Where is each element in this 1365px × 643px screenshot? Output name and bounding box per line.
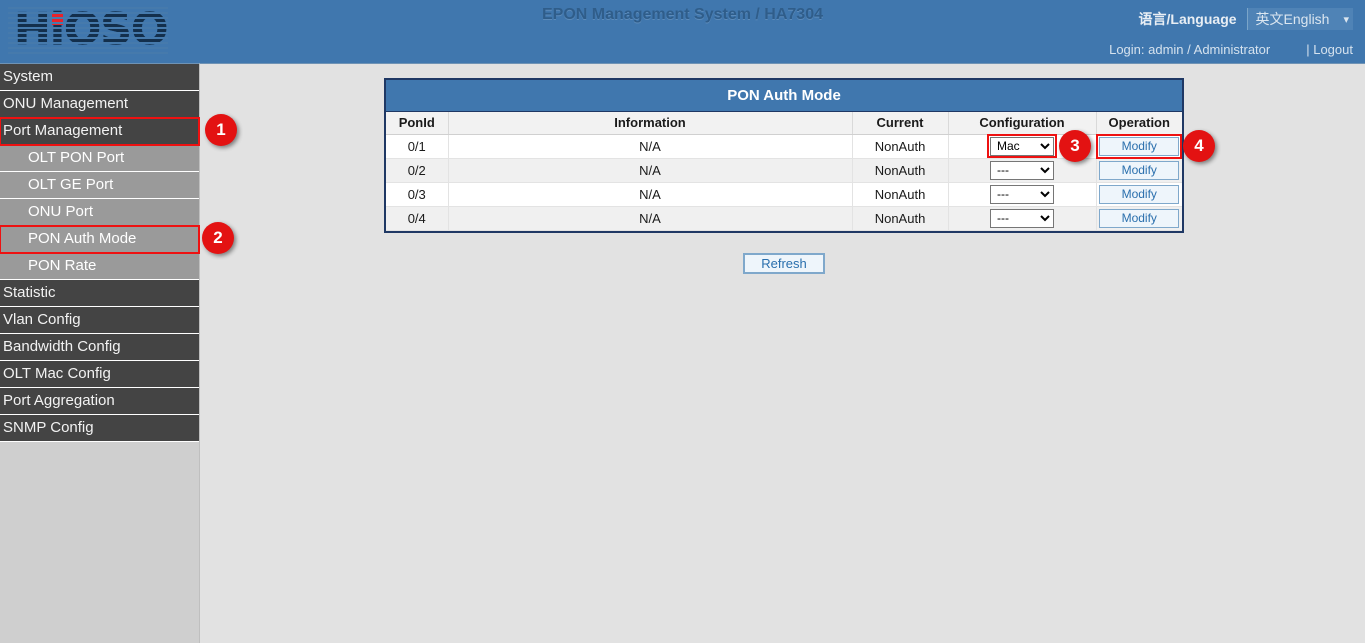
cell-information: N/A bbox=[448, 182, 852, 206]
sidebar-item-port-management[interactable]: Port Management bbox=[0, 118, 199, 145]
configuration-select-wrapper: ---MacLoidLoid+PasswordMac+Loid bbox=[990, 137, 1054, 156]
cell-ponid: 0/3 bbox=[386, 182, 448, 206]
modify-button[interactable]: Modify bbox=[1099, 209, 1179, 228]
cell-information: N/A bbox=[448, 158, 852, 182]
column-header-information: Information bbox=[448, 112, 852, 134]
modify-button[interactable]: Modify bbox=[1099, 185, 1179, 204]
sidebar-item-label: Statistic bbox=[3, 284, 56, 301]
cell-operation: Modify bbox=[1096, 182, 1182, 206]
cell-information: N/A bbox=[448, 206, 852, 230]
modify-button-wrapper: Modify bbox=[1099, 137, 1179, 156]
modify-button-wrapper: Modify bbox=[1099, 161, 1179, 180]
table-row: 0/3N/ANonAuth ---MacLoidLoid+PasswordMac+… bbox=[386, 182, 1182, 206]
chevron-down-icon: ▾ bbox=[1343, 13, 1349, 26]
sidebar-nav: System ONU Management Port Management OLT P… bbox=[0, 63, 199, 643]
sidebar-item-onu-management[interactable]: ONU Management bbox=[0, 91, 199, 118]
modify-button[interactable]: Modify bbox=[1099, 137, 1179, 156]
sidebar-item-pon-auth-mode[interactable]: PON Auth Mode bbox=[0, 226, 199, 253]
step-badge-2: 2 bbox=[202, 222, 234, 254]
sidebar-item-olt-ge-port[interactable]: OLT GE Port bbox=[0, 172, 199, 199]
table-header: PonId Information Current Configuration … bbox=[386, 112, 1182, 134]
table-header-row: PonId Information Current Configuration … bbox=[386, 112, 1182, 134]
cell-operation: Modify bbox=[1096, 206, 1182, 230]
sidebar-item-port-aggregation[interactable]: Port Aggregation bbox=[0, 388, 199, 415]
sidebar-item-vlan-config[interactable]: Vlan Config bbox=[0, 307, 199, 334]
auth-mode-select[interactable]: ---MacLoidLoid+PasswordMac+Loid bbox=[990, 161, 1054, 180]
column-header-operation: Operation bbox=[1096, 112, 1182, 134]
logout-link[interactable]: | Logout bbox=[1306, 42, 1353, 57]
table-row: 0/2N/ANonAuth ---MacLoidLoid+PasswordMac+… bbox=[386, 158, 1182, 182]
language-dropdown[interactable]: 英文English ▾ bbox=[1247, 8, 1353, 30]
sidebar-item-label: Port Management bbox=[3, 122, 122, 139]
cell-configuration: ---MacLoidLoid+PasswordMac+Loid bbox=[948, 206, 1096, 230]
login-user-text: Login: admin / Administrator bbox=[1109, 42, 1270, 57]
sidebar-item-pon-rate[interactable]: PON Rate bbox=[0, 253, 199, 280]
modify-button-wrapper: Modify bbox=[1099, 185, 1179, 204]
step-badge-1: 1 bbox=[205, 114, 237, 146]
modify-button[interactable]: Modify bbox=[1099, 161, 1179, 180]
cell-current: NonAuth bbox=[852, 182, 948, 206]
cell-operation: Modify bbox=[1096, 158, 1182, 182]
configuration-select-wrapper: ---MacLoidLoid+PasswordMac+Loid bbox=[990, 209, 1054, 228]
sidebar-item-onu-port[interactable]: ONU Port bbox=[0, 199, 199, 226]
refresh-button[interactable]: Refresh bbox=[743, 253, 825, 274]
language-selector[interactable]: 语言/Language 英文English ▾ bbox=[1139, 8, 1353, 30]
cell-ponid: 0/1 bbox=[386, 134, 448, 158]
panel-title: PON Auth Mode bbox=[386, 80, 1182, 112]
sidebar-item-label: PON Auth Mode bbox=[28, 230, 136, 247]
column-header-ponid: PonId bbox=[386, 112, 448, 134]
cell-information: N/A bbox=[448, 134, 852, 158]
app-header: HiOSO EPON Management System / HA7304 语言… bbox=[0, 0, 1365, 63]
sidebar-item-label: PON Rate bbox=[28, 257, 96, 274]
sidebar-item-label: System bbox=[3, 68, 53, 85]
modify-button-wrapper: Modify bbox=[1099, 209, 1179, 228]
sidebar-item-bandwidth-config[interactable]: Bandwidth Config bbox=[0, 334, 199, 361]
sidebar-item-snmp-config[interactable]: SNMP Config bbox=[0, 415, 199, 442]
sidebar-item-label: ONU Management bbox=[3, 95, 128, 112]
pon-auth-table: PonId Information Current Configuration … bbox=[386, 112, 1182, 231]
configuration-select-wrapper: ---MacLoidLoid+PasswordMac+Loid bbox=[990, 161, 1054, 180]
sidebar-item-label: Vlan Config bbox=[3, 311, 81, 328]
sidebar-item-olt-mac-config[interactable]: OLT Mac Config bbox=[0, 361, 199, 388]
cell-configuration: ---MacLoidLoid+PasswordMac+Loid bbox=[948, 182, 1096, 206]
auth-mode-select[interactable]: ---MacLoidLoid+PasswordMac+Loid bbox=[990, 185, 1054, 204]
language-label: 语言/Language bbox=[1139, 9, 1237, 29]
cell-ponid: 0/2 bbox=[386, 158, 448, 182]
auth-mode-select[interactable]: ---MacLoidLoid+PasswordMac+Loid bbox=[990, 209, 1054, 228]
cell-current: NonAuth bbox=[852, 134, 948, 158]
refresh-row: Refresh bbox=[384, 253, 1184, 274]
step-badge-4: 4 bbox=[1183, 130, 1215, 162]
cell-ponid: 0/4 bbox=[386, 206, 448, 230]
sidebar-item-label: Bandwidth Config bbox=[3, 338, 121, 355]
sidebar-item-label: OLT GE Port bbox=[28, 176, 113, 193]
cell-current: NonAuth bbox=[852, 158, 948, 182]
cell-operation: Modify bbox=[1096, 134, 1182, 158]
sidebar-item-statistic[interactable]: Statistic bbox=[0, 280, 199, 307]
sidebar-item-label: OLT PON Port bbox=[28, 149, 124, 166]
language-current-value: 英文English bbox=[1256, 9, 1330, 29]
table-row: 0/4N/ANonAuth ---MacLoidLoid+PasswordMac+… bbox=[386, 206, 1182, 230]
sidebar-item-label: ONU Port bbox=[28, 203, 93, 220]
login-status-bar: Login: admin / Administrator | Logout bbox=[1109, 42, 1353, 57]
configuration-select-wrapper: ---MacLoidLoid+PasswordMac+Loid bbox=[990, 185, 1054, 204]
column-header-current: Current bbox=[852, 112, 948, 134]
sidebar-item-label: Port Aggregation bbox=[3, 392, 115, 409]
sidebar-item-label: OLT Mac Config bbox=[3, 365, 111, 382]
sidebar-item-label: SNMP Config bbox=[3, 419, 94, 436]
sidebar-item-system[interactable]: System bbox=[0, 64, 199, 91]
step-badge-3: 3 bbox=[1059, 130, 1091, 162]
sidebar-item-olt-pon-port[interactable]: OLT PON Port bbox=[0, 145, 199, 172]
cell-current: NonAuth bbox=[852, 206, 948, 230]
auth-mode-select[interactable]: ---MacLoidLoid+PasswordMac+Loid bbox=[990, 137, 1054, 156]
